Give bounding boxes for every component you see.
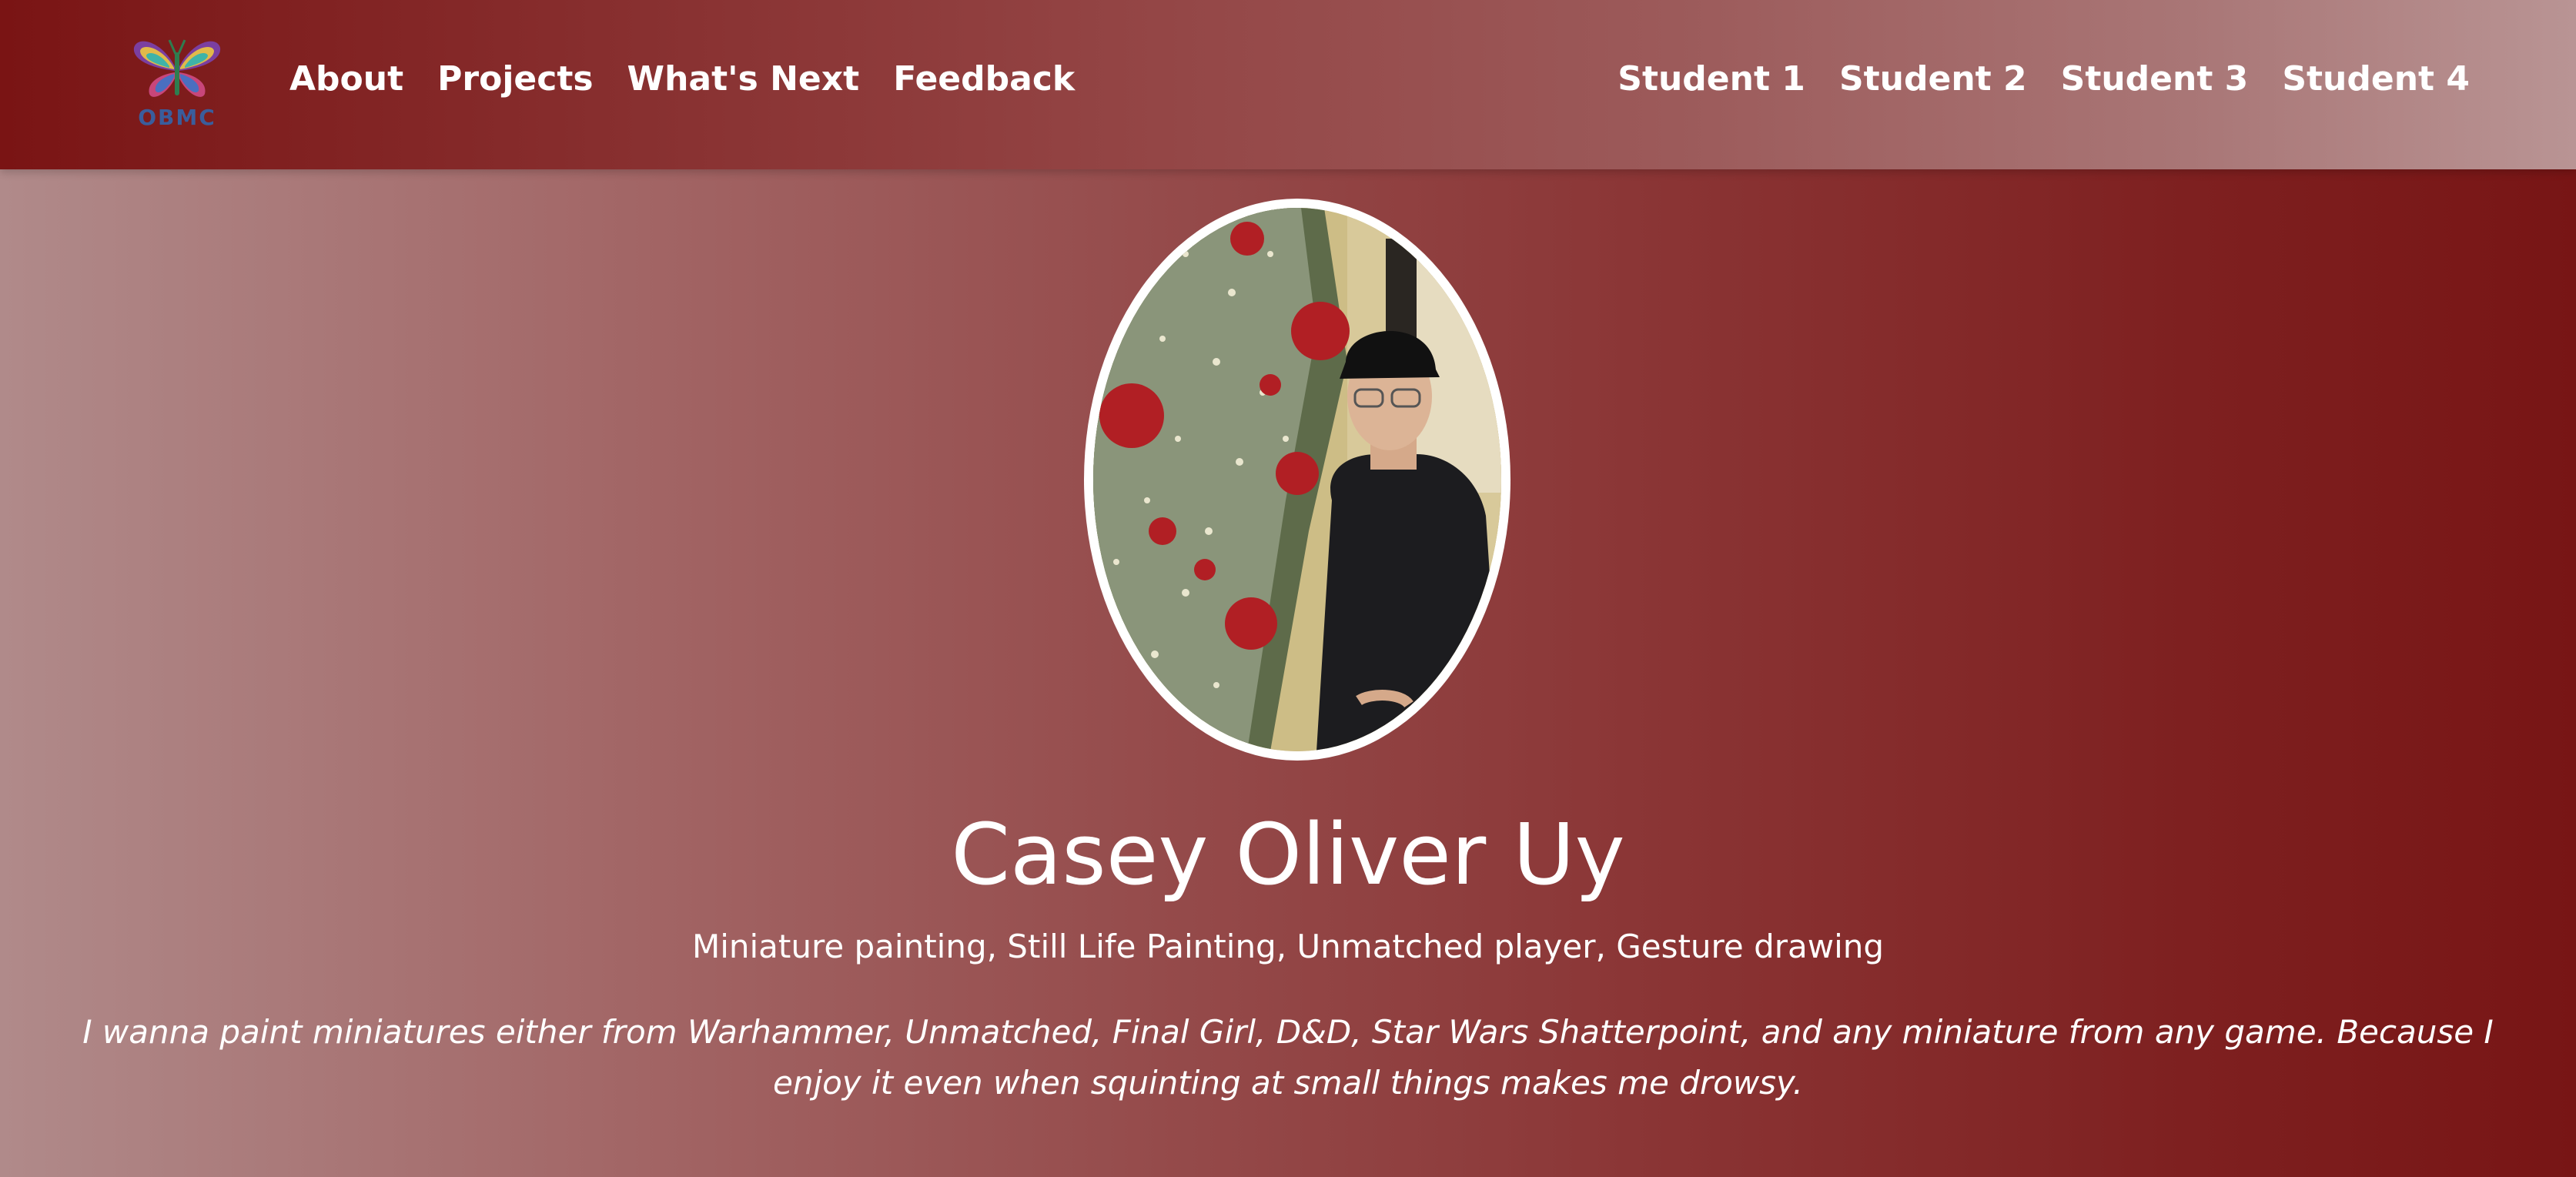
- nav-student-4-link[interactable]: Student 4: [2282, 54, 2470, 105]
- nav-feedback-link[interactable]: Feedback: [893, 54, 1075, 105]
- profile-name: Casey Oliver Uy: [951, 805, 1625, 904]
- profile-bio: I wanna paint miniatures either from War…: [82, 1013, 2494, 1102]
- nav-projects-link[interactable]: Projects: [437, 54, 593, 105]
- nav-student-2-link[interactable]: Student 2: [1839, 54, 2027, 105]
- profile-hobbies: Miniature painting, Still Life Painting,…: [691, 928, 1885, 965]
- profile-photo-frame: [1084, 199, 1510, 761]
- profile-photo: [1093, 208, 1501, 751]
- top-navbar: OBMC About Projects What's Next Feedback…: [0, 0, 2576, 169]
- logo-text: OBMC: [138, 105, 216, 130]
- nav-whats-next-link[interactable]: What's Next: [627, 54, 860, 105]
- main-nav: About Projects What's Next Feedback: [289, 54, 1109, 105]
- site-logo[interactable]: OBMC: [131, 34, 223, 134]
- student-nav: Student 1 Student 2 Student 3 Student 4: [1584, 54, 2470, 105]
- nav-student-3-link[interactable]: Student 3: [2061, 54, 2249, 105]
- butterfly-icon: [133, 39, 221, 97]
- nav-student-1-link[interactable]: Student 1: [1618, 54, 1805, 105]
- nav-about-link[interactable]: About: [289, 54, 403, 105]
